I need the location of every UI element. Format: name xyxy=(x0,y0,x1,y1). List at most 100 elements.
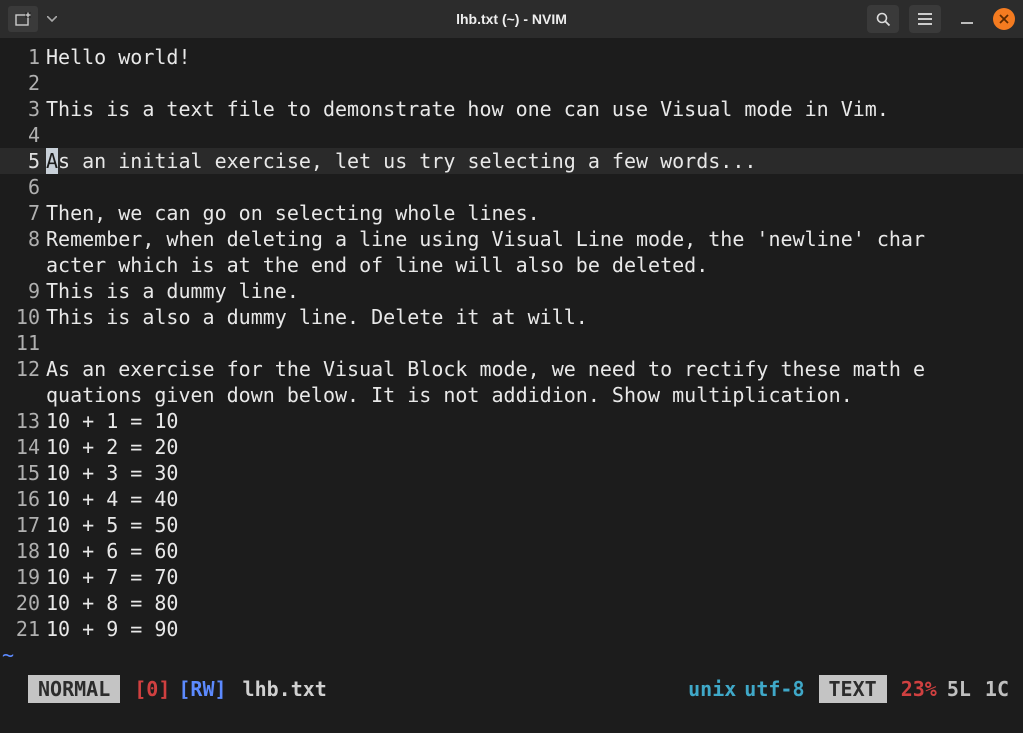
editor-line: 1810 + 6 = 60 xyxy=(0,538,1023,564)
close-button[interactable] xyxy=(993,8,1015,30)
line-number xyxy=(0,252,46,278)
line-text: This is a dummy line. xyxy=(46,278,1023,304)
line-number: 9 xyxy=(0,278,46,304)
line-text: 10 + 2 = 20 xyxy=(46,434,1023,460)
line-text: 10 + 7 = 70 xyxy=(46,564,1023,590)
line-number: 10 xyxy=(0,304,46,330)
editor-line: 1610 + 4 = 40 xyxy=(0,486,1023,512)
line-text: As an initial exercise, let us try selec… xyxy=(46,148,1023,174)
line-text: This is a text file to demonstrate how o… xyxy=(46,96,1023,122)
editor-line: 1Hello world! xyxy=(0,44,1023,70)
cursor: A xyxy=(46,148,58,174)
editor-line: 9This is a dummy line. xyxy=(0,278,1023,304)
line-number: 17 xyxy=(0,512,46,538)
line-text: This is also a dummy line. Delete it at … xyxy=(46,304,1023,330)
line-text: 10 + 6 = 60 xyxy=(46,538,1023,564)
editor-line: 1910 + 7 = 70 xyxy=(0,564,1023,590)
line-text: Hello world! xyxy=(46,44,1023,70)
status-line-pos: 5L xyxy=(937,677,971,701)
chevron-down-icon xyxy=(47,16,57,22)
line-number: 16 xyxy=(0,486,46,512)
tilde-marker: ~ xyxy=(0,642,14,668)
editor-line: 11 xyxy=(0,330,1023,356)
editor-line: 1410 + 2 = 20 xyxy=(0,434,1023,460)
line-text xyxy=(46,174,1023,200)
line-text: acter which is at the end of line will a… xyxy=(46,252,1023,278)
editor-line: 2 xyxy=(0,70,1023,96)
command-line-area[interactable] xyxy=(0,703,1023,733)
line-number: 13 xyxy=(0,408,46,434)
line-text: 10 + 5 = 50 xyxy=(46,512,1023,538)
line-number: 15 xyxy=(0,460,46,486)
line-text: As an exercise for the Visual Block mode… xyxy=(46,356,1023,382)
empty-line-tilde: ~ xyxy=(0,642,1023,668)
menu-button[interactable] xyxy=(909,5,941,33)
line-number: 2 xyxy=(0,70,46,96)
line-number: 12 xyxy=(0,356,46,382)
minimize-icon xyxy=(961,13,973,25)
window-root: lhb.txt (~) - NVIM xyxy=(0,0,1023,733)
status-fileformat: unix xyxy=(688,677,744,701)
line-number: 5 xyxy=(0,148,46,174)
line-number: 6 xyxy=(0,174,46,200)
editor-line: 7Then, we can go on selecting whole line… xyxy=(0,200,1023,226)
line-text: 10 + 8 = 80 xyxy=(46,590,1023,616)
titlebar-right xyxy=(867,5,1015,33)
line-text: 10 + 3 = 30 xyxy=(46,460,1023,486)
editor-line: quations given down below. It is not add… xyxy=(0,382,1023,408)
line-number: 11 xyxy=(0,330,46,356)
editor-line: 1310 + 1 = 10 xyxy=(0,408,1023,434)
titlebar: lhb.txt (~) - NVIM xyxy=(0,0,1023,38)
line-number: 4 xyxy=(0,122,46,148)
statusline: NORMAL [0] [RW] lhb.txt unix utf-8 TEXT … xyxy=(0,675,1023,703)
editor-line: 8Remember, when deleting a line using Vi… xyxy=(0,226,1023,252)
status-col-pos: 1C xyxy=(971,677,1023,701)
editor-buffer[interactable]: 1Hello world!23This is a text file to de… xyxy=(0,38,1023,675)
new-tab-button[interactable] xyxy=(8,6,38,32)
line-number: 20 xyxy=(0,590,46,616)
status-mode: NORMAL xyxy=(28,675,120,703)
line-number: 21 xyxy=(0,616,46,642)
hamburger-icon xyxy=(918,13,932,25)
line-text xyxy=(46,122,1023,148)
editor-line: 1710 + 5 = 50 xyxy=(0,512,1023,538)
editor-line: acter which is at the end of line will a… xyxy=(0,252,1023,278)
line-text: quations given down below. It is not add… xyxy=(46,382,1023,408)
line-number: 19 xyxy=(0,564,46,590)
line-number: 7 xyxy=(0,200,46,226)
line-number: 8 xyxy=(0,226,46,252)
tab-dropdown-button[interactable] xyxy=(42,6,62,32)
line-text xyxy=(46,70,1023,96)
editor-line: 2110 + 9 = 90 xyxy=(0,616,1023,642)
status-rw-flag: [RW] xyxy=(170,677,226,701)
minimize-button[interactable] xyxy=(951,5,983,33)
line-number: 1 xyxy=(0,44,46,70)
line-number: 18 xyxy=(0,538,46,564)
line-text: Remember, when deleting a line using Vis… xyxy=(46,226,1023,252)
editor-line: 2010 + 8 = 80 xyxy=(0,590,1023,616)
editor-line: 6 xyxy=(0,174,1023,200)
status-filetype: TEXT xyxy=(819,675,887,703)
new-tab-icon xyxy=(15,12,31,26)
titlebar-left xyxy=(8,6,62,32)
editor-line: 12As an exercise for the Visual Block mo… xyxy=(0,356,1023,382)
line-text: 10 + 9 = 90 xyxy=(46,616,1023,642)
status-filename: lhb.txt xyxy=(227,677,327,701)
close-icon xyxy=(999,14,1009,24)
line-text: 10 + 4 = 40 xyxy=(46,486,1023,512)
status-percent: 23% xyxy=(887,677,937,701)
editor-line: 10This is also a dummy line. Delete it a… xyxy=(0,304,1023,330)
status-encoding: utf-8 xyxy=(744,677,818,701)
line-text xyxy=(46,330,1023,356)
editor-line: 1510 + 3 = 30 xyxy=(0,460,1023,486)
editor-line: 5As an initial exercise, let us try sele… xyxy=(0,148,1023,174)
window-title: lhb.txt (~) - NVIM xyxy=(456,11,567,27)
editor-line: 3This is a text file to demonstrate how … xyxy=(0,96,1023,122)
status-buffer-index: [0] xyxy=(120,677,170,701)
line-text: Then, we can go on selecting whole lines… xyxy=(46,200,1023,226)
line-number: 3 xyxy=(0,96,46,122)
editor-line: 4 xyxy=(0,122,1023,148)
search-button[interactable] xyxy=(867,5,899,33)
search-icon xyxy=(876,12,891,27)
line-number xyxy=(0,382,46,408)
